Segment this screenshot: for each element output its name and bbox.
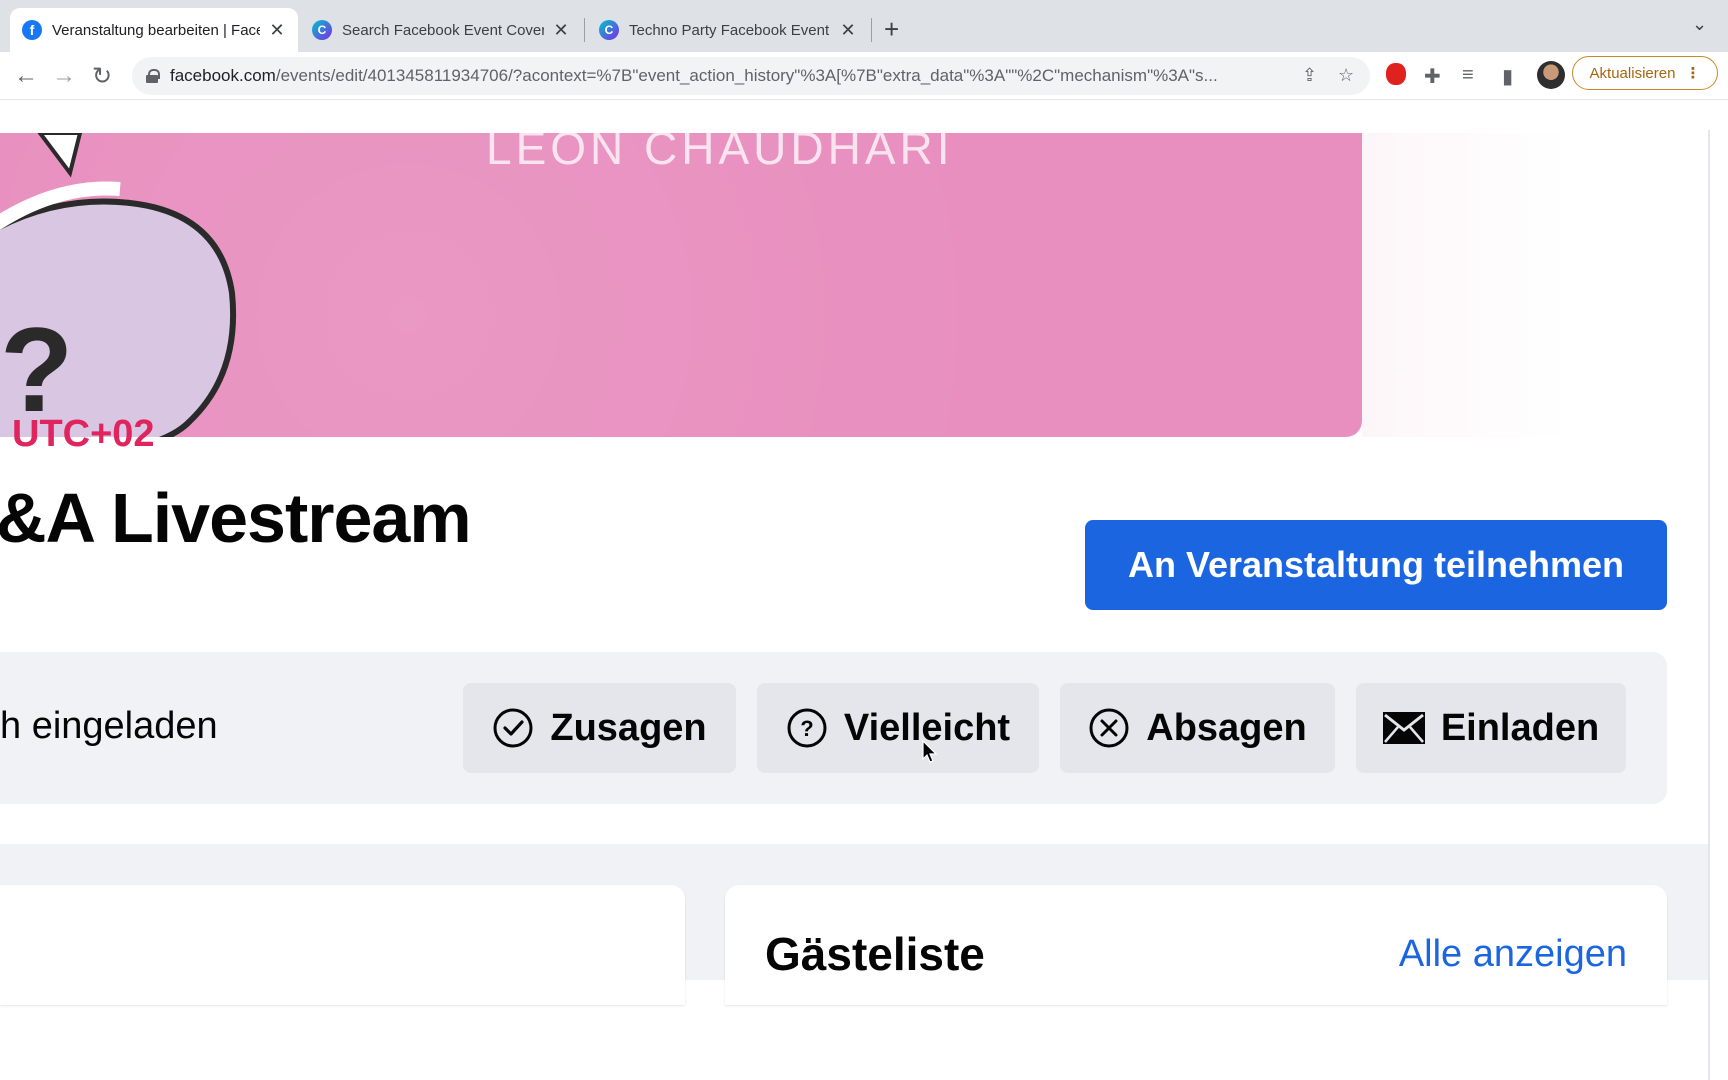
browser-toolbar: ← → ↻ facebook.com/events/edit/401345811…: [0, 52, 1728, 100]
scroll-track: [1708, 130, 1710, 1080]
canva-icon: C: [599, 20, 619, 40]
extensions-icon[interactable]: ✚: [1424, 64, 1441, 89]
forward-icon[interactable]: →: [52, 62, 76, 90]
invite-button[interactable]: Einladen: [1356, 683, 1626, 773]
cover-background-blur: [1362, 133, 1708, 437]
maybe-button[interactable]: ? Vielleicht: [757, 683, 1039, 773]
media-queue-icon[interactable]: ≡: [1462, 64, 1474, 87]
join-event-button[interactable]: An Veranstaltung teilnehmen: [1085, 520, 1667, 610]
tab-search-cover[interactable]: C Search Facebook Event Cover ✕: [300, 8, 582, 52]
lock-icon: [146, 69, 160, 83]
guest-list-title: Gästeliste: [765, 928, 985, 980]
update-button[interactable]: Aktualisieren ⋮: [1572, 56, 1718, 90]
tab-separator: [584, 18, 585, 42]
tab-title: Techno Party Facebook Event C: [629, 21, 831, 39]
adblock-extension-icon[interactable]: [1386, 63, 1406, 85]
decline-button[interactable]: Absagen: [1060, 683, 1335, 773]
update-label: Aktualisieren: [1589, 64, 1676, 82]
facebook-icon: f: [22, 20, 42, 40]
event-title: &A Livestream: [0, 479, 472, 557]
question-bubble-graphic: ?: [0, 133, 237, 437]
tab-title: Veranstaltung bearbeiten | Face: [52, 21, 260, 39]
tab-separator: [871, 18, 872, 42]
side-panel-icon[interactable]: ▮: [1502, 64, 1513, 89]
cover-text: LEON CHAUDHARI: [486, 133, 954, 174]
more-icon: ⋮: [1685, 65, 1701, 82]
address-bar[interactable]: facebook.com/events/edit/401345811934706…: [132, 57, 1370, 95]
tab-title: Search Facebook Event Cover: [342, 21, 544, 39]
url-domain: facebook.com: [170, 66, 276, 85]
event-cover-image: LEON CHAUDHARI ?: [0, 133, 1362, 437]
tab-strip: f Veranstaltung bearbeiten | Face ✕ C Se…: [0, 0, 1728, 52]
canva-icon: C: [312, 20, 332, 40]
reload-icon[interactable]: ↻: [92, 62, 112, 91]
invited-text: h eingeladen: [0, 705, 218, 747]
invite-label: Einladen: [1440, 706, 1600, 749]
close-icon[interactable]: ✕: [839, 20, 857, 41]
event-time-label: UTC+02: [12, 413, 155, 455]
close-icon[interactable]: ✕: [552, 20, 570, 41]
mouse-cursor-icon: [922, 740, 938, 763]
url-path: /events/edit/401345811934706/?acontext=%…: [275, 66, 1218, 85]
close-icon[interactable]: ✕: [268, 20, 286, 41]
svg-text:?: ?: [800, 716, 813, 741]
star-icon[interactable]: ☆: [1338, 65, 1354, 86]
going-label: Zusagen: [550, 706, 707, 749]
going-button[interactable]: Zusagen: [463, 683, 736, 773]
share-icon[interactable]: ⇪: [1302, 65, 1317, 86]
back-icon[interactable]: ←: [14, 62, 38, 90]
x-circle-icon: [1088, 707, 1130, 749]
envelope-icon: [1382, 712, 1425, 744]
question-circle-icon: ?: [786, 707, 828, 749]
event-page: LEON CHAUDHARI ? UTC+02 &A Livestream An…: [0, 100, 1728, 1080]
tab-techno-party[interactable]: C Techno Party Facebook Event C ✕: [587, 8, 869, 52]
tab-search-chevron-icon[interactable]: ⌄: [1692, 14, 1707, 35]
url-text[interactable]: facebook.com/events/edit/401345811934706…: [170, 66, 1312, 86]
guest-list-card: Gästeliste Alle anzeigen: [725, 885, 1667, 1005]
see-all-link[interactable]: Alle anzeigen: [1399, 933, 1627, 976]
profile-avatar[interactable]: [1537, 61, 1565, 89]
decline-label: Absagen: [1146, 706, 1307, 749]
check-circle-icon: [492, 707, 534, 749]
tab-veranstaltung[interactable]: f Veranstaltung bearbeiten | Face ✕: [10, 8, 298, 52]
details-card: [0, 885, 685, 1005]
new-tab-icon[interactable]: +: [884, 14, 899, 45]
